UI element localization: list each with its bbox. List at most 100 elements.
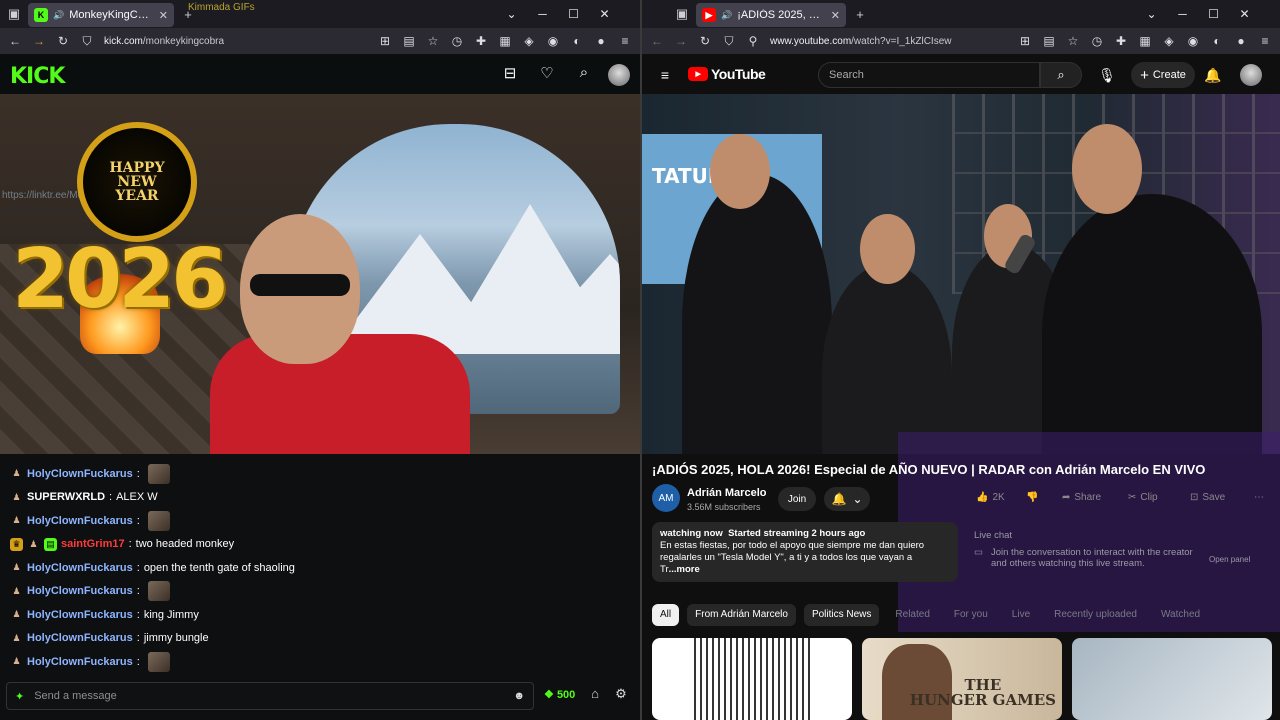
reader-icon[interactable]: ▤ [1038, 30, 1060, 52]
extensions-icon[interactable]: ✚ [470, 30, 492, 52]
share-button[interactable]: ➦ Share [1062, 492, 1101, 503]
address-bar[interactable]: www.youtube.com/watch?v=I_1kZlCIsew [766, 30, 1012, 52]
minimize-icon[interactable]: ─ [527, 7, 558, 21]
speaker-icon[interactable]: 🔊 [721, 10, 732, 21]
youtube-video-player[interactable]: TATUELA [642, 94, 1280, 454]
ai-icon[interactable]: ◐ [566, 30, 588, 52]
chat-input[interactable]: ✦ Send a message ☻ [6, 682, 534, 710]
vpn-icon[interactable]: ◉ [1182, 30, 1204, 52]
recommended-thumbnail[interactable] [1072, 638, 1272, 720]
more-actions-icon[interactable]: ⋯ [1254, 492, 1264, 503]
tab-overview-icon[interactable]: ▣ [0, 0, 28, 28]
search-button[interactable]: ⌕ [1040, 62, 1082, 88]
chat-username[interactable]: saintGrim17 [61, 538, 125, 550]
speaker-icon[interactable]: 🔊 [53, 10, 64, 21]
subscribe-bell-button[interactable]: 🔔 ⌄ [824, 487, 870, 511]
create-button[interactable]: + Create [1131, 62, 1195, 88]
chat-username[interactable]: HolyClownFuckarus [27, 515, 133, 527]
settings-gear-icon[interactable]: ⚙ [612, 686, 630, 704]
extensions-icon[interactable]: ✚ [1110, 30, 1132, 52]
chat-username[interactable]: HolyClownFuckarus [27, 562, 133, 574]
reload-icon[interactable]: ↻ [52, 30, 74, 52]
close-tab-icon[interactable]: ✕ [831, 9, 840, 22]
notifications-bell-icon[interactable]: 🔔 [1202, 64, 1224, 86]
voice-search-icon[interactable]: 🎙 [1096, 64, 1118, 86]
list-tabs-icon[interactable]: ⌄ [496, 7, 527, 21]
shield-icon[interactable]: ⛉ [76, 30, 98, 52]
new-tab-icon[interactable]: + [846, 0, 874, 28]
user-avatar[interactable] [608, 64, 630, 86]
emote-sparkle-icon[interactable]: ✦ [15, 690, 24, 703]
search-input[interactable]: Search [818, 62, 1040, 88]
channel-avatar[interactable]: AM [652, 484, 680, 512]
list-tabs-icon[interactable]: ⌄ [1136, 7, 1167, 21]
profile-icon[interactable]: ● [590, 30, 612, 52]
youtube-logo[interactable]: ▶ YouTube [688, 66, 766, 82]
maximize-icon[interactable]: ☐ [558, 7, 589, 21]
tab-kick-stream[interactable]: K 🔊 MonkeyKingCobra Stream ✕ [28, 3, 174, 27]
minimize-icon[interactable]: ─ [1167, 7, 1198, 21]
chip-filter[interactable]: All [652, 604, 680, 626]
shield-icon[interactable]: ⛉ [718, 30, 740, 52]
extension-icon[interactable]: ◈ [1158, 30, 1180, 52]
chip-filter[interactable]: Recently uploaded [1046, 604, 1145, 626]
tab-youtube-video[interactable]: ▶ 🔊 ¡ADIÓS 2025, HOLA 2026! E ✕ [696, 3, 846, 27]
close-window-icon[interactable]: ✕ [1229, 7, 1260, 21]
bookmark-star-icon[interactable]: ☆ [422, 30, 444, 52]
close-window-icon[interactable]: ✕ [589, 7, 620, 21]
forward-icon[interactable]: → [28, 30, 50, 52]
history-icon[interactable]: ◷ [1086, 30, 1108, 52]
profile-icon[interactable]: ● [1230, 30, 1252, 52]
tab-overview-icon[interactable]: ▣ [668, 0, 696, 28]
chat-username[interactable]: HolyClownFuckarus [27, 609, 133, 621]
chip-filter[interactable]: Watched [1153, 604, 1208, 626]
adblock-icon[interactable]: ▦ [1134, 30, 1156, 52]
recommended-thumbnail[interactable] [652, 638, 852, 720]
forward-icon[interactable]: → [670, 30, 692, 52]
kick-logo[interactable]: KICK [10, 64, 65, 89]
chat-username[interactable]: HolyClownFuckarus [27, 468, 133, 480]
like-button[interactable]: 👍 2K [976, 492, 1005, 503]
kick-video-player[interactable]: https://linktr.ee/MonkeyKingCobra HAPPY … [0, 94, 640, 454]
permissions-icon[interactable]: ⚲ [742, 30, 764, 52]
chat-username[interactable]: HolyClownFuckarus [27, 656, 133, 668]
recommended-thumbnail[interactable]: THE HUNGER GAMES [862, 638, 1062, 720]
store-icon[interactable]: ⌂ [586, 686, 604, 704]
chip-filter[interactable]: From Adrián Marcelo [687, 604, 796, 626]
chat-username[interactable]: HolyClownFuckarus [27, 632, 133, 644]
open-panel-link[interactable]: Open panel [1209, 555, 1250, 569]
reload-icon[interactable]: ↻ [694, 30, 716, 52]
follow-heart-icon[interactable]: ♡ [535, 64, 559, 86]
browse-icon[interactable]: ⊟ [498, 64, 522, 86]
channel-name[interactable]: Adrián Marcelo [687, 487, 766, 499]
clip-button[interactable]: ✂ Clip [1128, 492, 1158, 503]
chip-filter[interactable]: Live [1004, 604, 1038, 626]
close-tab-icon[interactable]: ✕ [159, 9, 168, 22]
more-link[interactable]: ...more [669, 564, 700, 575]
join-button[interactable]: Join [778, 487, 816, 511]
back-icon[interactable]: ← [646, 30, 668, 52]
menu-icon[interactable]: ≡ [614, 30, 636, 52]
adblock-icon[interactable]: ▦ [494, 30, 516, 52]
maximize-icon[interactable]: ☐ [1198, 7, 1229, 21]
emoji-icon[interactable]: ☻ [513, 690, 525, 702]
history-icon[interactable]: ◷ [446, 30, 468, 52]
chip-filter[interactable]: Related [887, 604, 937, 626]
chat-username[interactable]: HolyClownFuckarus [27, 585, 133, 597]
reader-icon[interactable]: ▤ [398, 30, 420, 52]
screenshot-icon[interactable]: ⊞ [374, 30, 396, 52]
menu-icon[interactable]: ≡ [1254, 30, 1276, 52]
channel-points[interactable]: ❖ 500 [544, 688, 575, 701]
save-button[interactable]: ⊡ Save [1190, 492, 1225, 503]
extension-icon[interactable]: ◈ [518, 30, 540, 52]
hamburger-menu-icon[interactable]: ≡ [654, 64, 676, 86]
description-box[interactable]: watching now Started streaming 2 hours a… [652, 522, 958, 582]
bookmark-star-icon[interactable]: ☆ [1062, 30, 1084, 52]
vpn-icon[interactable]: ◉ [542, 30, 564, 52]
chat-username[interactable]: SUPERWXRLD [27, 491, 105, 503]
ai-icon[interactable]: ◐ [1206, 30, 1228, 52]
search-icon[interactable]: ⌕ [572, 64, 596, 86]
user-avatar[interactable] [1240, 64, 1262, 86]
back-icon[interactable]: ← [4, 30, 26, 52]
dislike-button[interactable]: 👎 [1026, 492, 1038, 503]
